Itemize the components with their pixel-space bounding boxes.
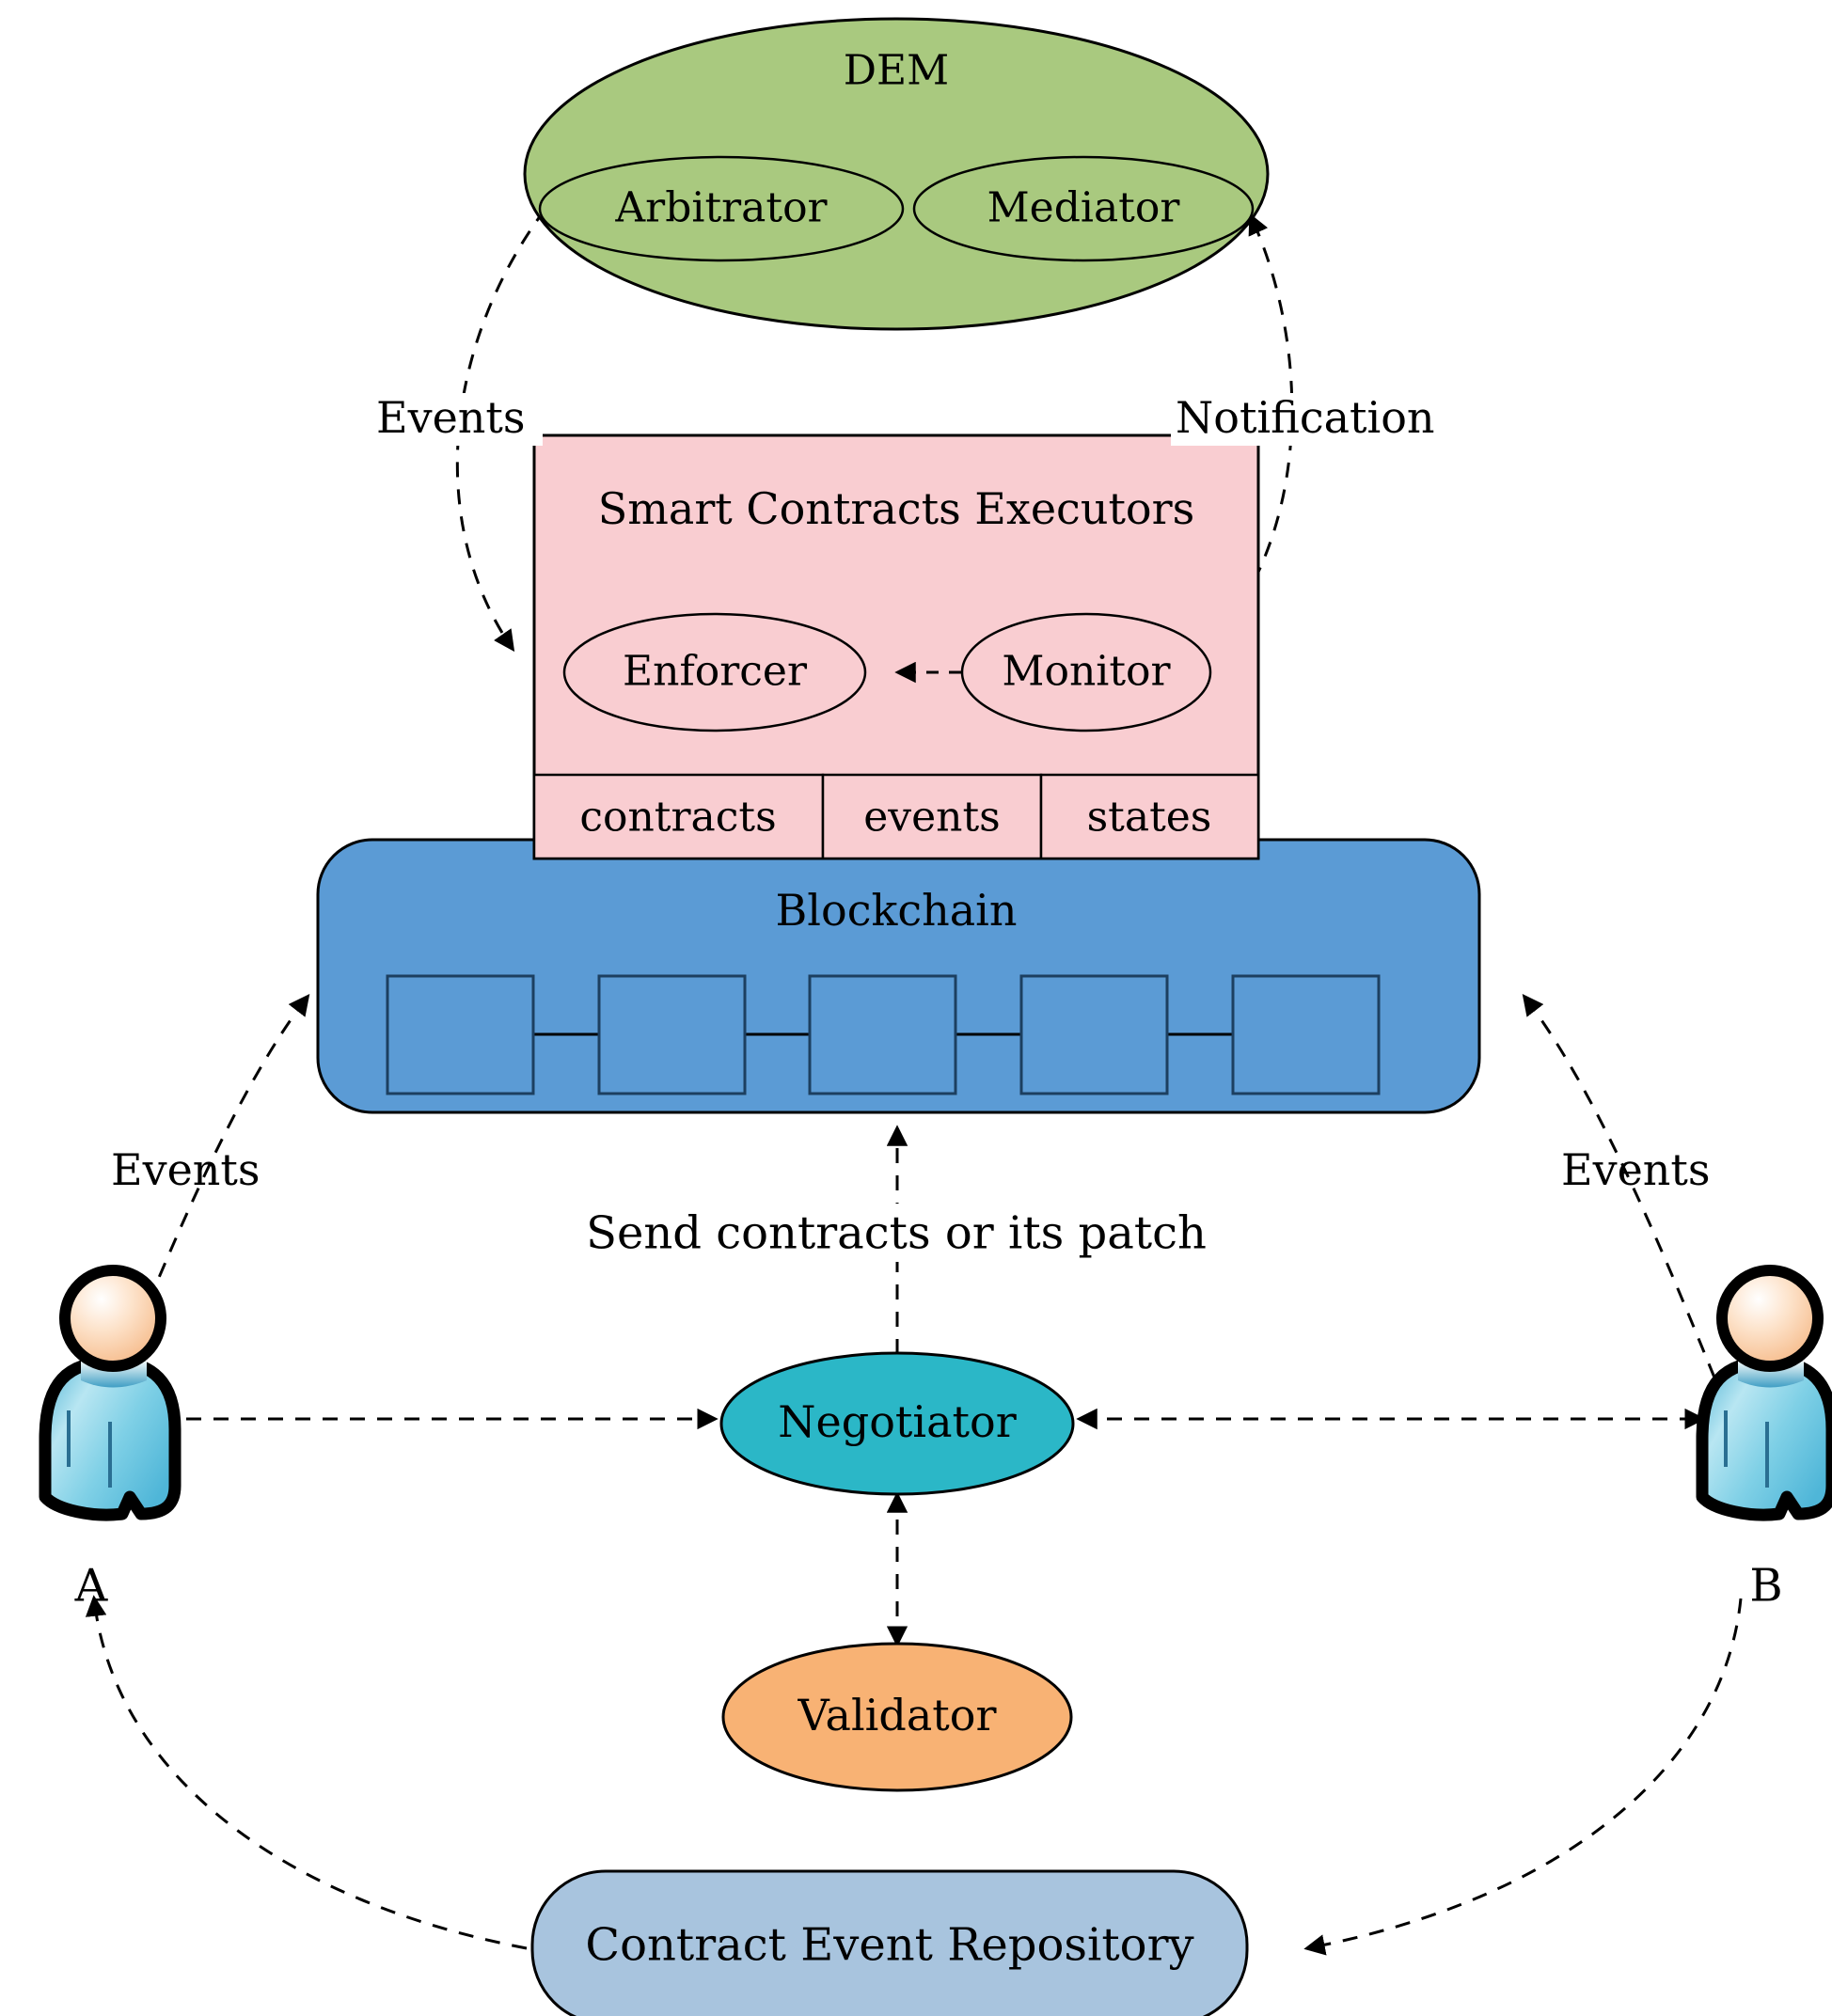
- storage-cell-events-label: events: [863, 794, 1001, 842]
- actor-b-label: B: [1749, 1560, 1782, 1613]
- edge-label-send-contracts: Send contracts or its patch: [541, 1204, 1256, 1262]
- edge-label-events-arbitrator: Events: [371, 392, 543, 446]
- user-icon: [1696, 1265, 1832, 1521]
- storage-cell-contracts-label: contracts: [579, 794, 776, 842]
- negotiator-label: Negotiator: [778, 1396, 1016, 1447]
- node-validator[interactable]: Validator: [721, 1642, 1073, 1792]
- blockchain-block: [597, 974, 747, 1095]
- notification-to-mediator-label: Notification: [1176, 392, 1435, 443]
- storage-cell-states-label: states: [1087, 794, 1212, 842]
- actor-b[interactable]: B: [1696, 1265, 1832, 1613]
- edge-label-events-right: Events: [1561, 1144, 1711, 1195]
- blockchain-block: [808, 974, 957, 1095]
- node-negotiator[interactable]: Negotiator: [719, 1351, 1075, 1496]
- diagram-canvas: DEM Arbitrator Mediator Blockchain Smart…: [0, 0, 1832, 2016]
- events-right-label: Events: [1561, 1144, 1711, 1195]
- executors-storage-row: contracts events states: [532, 773, 1260, 860]
- enforcer-label: Enforcer: [623, 648, 808, 696]
- blockchain-label: Blockchain: [776, 885, 1018, 936]
- actor-head: [59, 1265, 166, 1372]
- architecture-diagram: DEM Arbitrator Mediator Blockchain Smart…: [39, 17, 1832, 2016]
- edge-repository-to-actor-a: [85, 1595, 528, 1950]
- node-blockchain[interactable]: Blockchain: [316, 838, 1481, 1114]
- node-contract-event-repository[interactable]: Contract Event Repository: [530, 1869, 1249, 2016]
- blockchain-block: [386, 974, 535, 1095]
- actor-a-label: A: [74, 1560, 109, 1613]
- monitor-label: Monitor: [1002, 648, 1171, 696]
- arbitrator-label: Arbitrator: [614, 184, 828, 232]
- send-contracts-label: Send contracts or its patch: [586, 1207, 1207, 1260]
- executors-label: Smart Contracts Executors: [598, 483, 1194, 534]
- events-to-arbitrator-label: Events: [376, 392, 526, 443]
- events-left-label: Events: [111, 1144, 261, 1195]
- repository-label: Contract Event Repository: [585, 1919, 1193, 1972]
- mediator-label: Mediator: [987, 184, 1181, 232]
- dem-label: DEM: [844, 47, 949, 95]
- edge-label-notification-mediator: Notification: [1171, 392, 1500, 446]
- edge-label-events-left: Events: [111, 1144, 261, 1195]
- user-icon: [39, 1265, 182, 1521]
- edge-actor-b-to-repository: [1303, 1598, 1743, 1956]
- node-dem[interactable]: DEM Arbitrator Mediator: [523, 17, 1270, 331]
- blockchain-block: [1019, 974, 1169, 1095]
- validator-label: Validator: [798, 1690, 997, 1740]
- actor-a[interactable]: A: [39, 1265, 182, 1613]
- blockchain-block: [1231, 974, 1381, 1095]
- node-smart-contracts-executors[interactable]: Smart Contracts Executors Enforcer Monit…: [532, 433, 1260, 860]
- actor-head: [1716, 1265, 1824, 1372]
